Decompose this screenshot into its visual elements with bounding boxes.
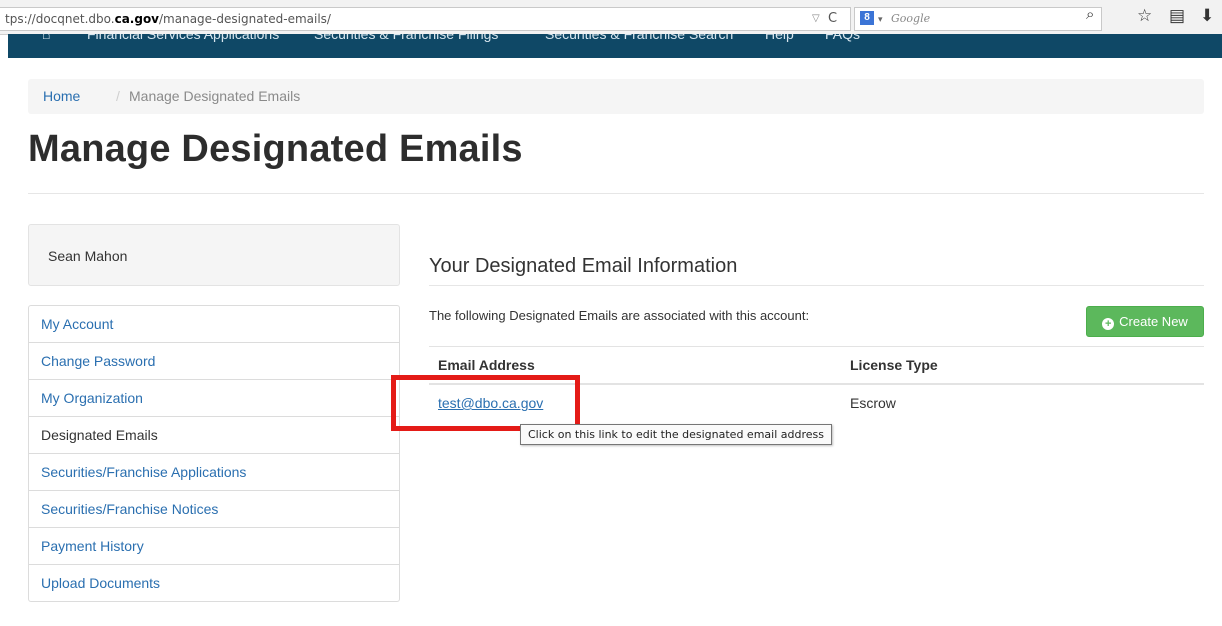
sidebar-item-upload-documents[interactable]: Upload Documents [29,565,399,601]
bookmarks-list-icon[interactable]: ▤ [1169,6,1185,26]
nav-item-faqs[interactable]: FAQs [825,34,860,42]
create-new-button[interactable]: + Create New [1086,306,1204,337]
create-new-label: Create New [1119,314,1188,329]
column-header-email: Email Address [438,357,535,373]
user-name: Sean Mahon [48,248,128,264]
nav-item-financial-services[interactable]: Financial Services Applications [87,34,279,42]
search-placeholder: Google [891,12,931,25]
section-heading: Your Designated Email Information [429,255,738,277]
url-history-dropdown-icon[interactable]: ▽ [812,8,820,30]
sidebar-item-securities-notices[interactable]: Securities/Franchise Notices [29,491,399,528]
sidebar-item-payment-history[interactable]: Payment History [29,528,399,565]
highlight-annotation-box [391,375,580,431]
table-row-license-type: Escrow [850,395,896,411]
email-link-tooltip: Click on this link to edit the designate… [520,424,832,445]
user-panel: Sean Mahon [28,224,400,286]
url-text: tps://docqnet.dbo.ca.gov/manage-designat… [5,12,331,26]
breadcrumb-home-link[interactable]: Home [43,79,80,114]
section-divider [429,285,1204,286]
column-header-license-type: License Type [850,357,938,373]
table-top-border [429,346,1204,347]
sidebar-item-designated-emails[interactable]: Designated Emails [29,417,399,454]
nav-item-securities-search[interactable]: Securities & Franchise Search [545,34,733,42]
browser-toolbar: tps://docqnet.dbo.ca.gov/manage-designat… [0,0,1222,35]
search-engine-icon[interactable]: 8 [860,11,874,25]
sidebar-item-my-organization[interactable]: My Organization [29,380,399,417]
browser-search-input[interactable]: 8 ▾ Google [854,7,1102,31]
sidebar-item-securities-applications[interactable]: Securities/Franchise Applications [29,454,399,491]
intro-text: The following Designated Emails are asso… [429,308,810,323]
sidebar-item-change-password[interactable]: Change Password [29,343,399,380]
search-icon[interactable]: ⌕ [1086,6,1094,23]
title-divider [28,193,1204,194]
sidebar-nav: My Account Change Password My Organizati… [28,305,400,602]
home-icon[interactable]: ⌂ [42,34,50,42]
bookmark-star-icon[interactable]: ☆ [1137,6,1152,26]
sidebar-item-my-account[interactable]: My Account [29,306,399,343]
download-icon[interactable]: ⬇ [1200,6,1214,26]
site-nav-bar: ⌂ Financial Services Applications Securi… [8,34,1222,58]
chevron-down-icon[interactable]: ▾ [878,8,883,30]
address-bar[interactable]: tps://docqnet.dbo.ca.gov/manage-designat… [0,7,851,31]
plus-circle-icon: + [1102,318,1115,330]
nav-item-securities-filings[interactable]: Securities & Franchise Filings [314,34,498,42]
breadcrumb: Home / Manage Designated Emails [28,79,1204,114]
reload-icon[interactable]: C [828,8,837,30]
page-title: Manage Designated Emails [28,128,523,170]
breadcrumb-separator: / [116,88,120,104]
nav-item-help[interactable]: Help [765,34,794,42]
breadcrumb-current: Manage Designated Emails [129,88,301,104]
